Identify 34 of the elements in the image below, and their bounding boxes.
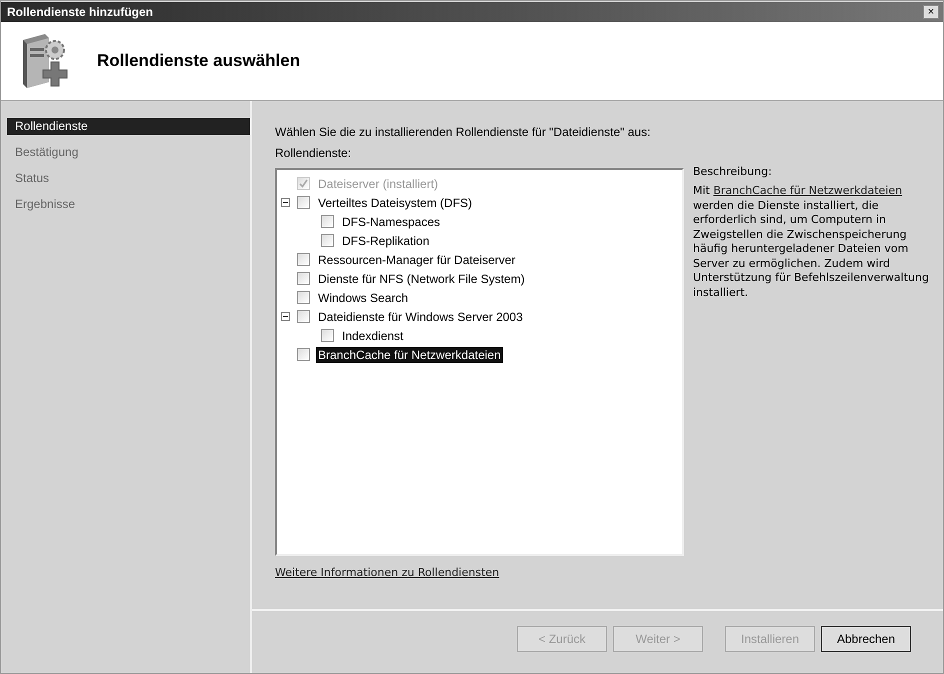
tree-item[interactable]: Indexdienst [340,328,406,344]
checkbox[interactable] [297,348,310,361]
tree-item[interactable]: BranchCache für Netzwerkdateien [316,346,503,362]
window-title: Rollendienste hinzufügen [7,5,153,19]
tree-item[interactable]: Dateidienste für Windows Server 2003 [316,308,525,324]
sidebar-item[interactable]: Rollendienste [7,118,250,135]
sidebar-item[interactable]: Bestätigung [7,144,250,161]
tree-item[interactable]: Windows Search [316,290,410,306]
sidebar-item[interactable]: Status [7,170,250,187]
checkbox[interactable] [297,291,310,304]
tree-item[interactable]: Dienste für NFS (Network File System) [316,270,527,286]
description-link[interactable]: BranchCache für Netzwerkdateien [713,184,902,197]
checkbox[interactable] [321,215,334,228]
checkbox[interactable] [297,196,310,209]
more-info-link[interactable]: Weitere Informationen zu Rollendiensten [275,566,500,579]
close-button[interactable]: × [923,5,939,19]
checkbox[interactable] [297,310,310,323]
collapse-icon[interactable] [281,198,290,207]
checkbox[interactable] [297,253,310,266]
tree-item[interactable]: DFS-Replikation [340,232,432,248]
wizard-button[interactable]: Abbrechen [821,626,911,652]
tree-label: Rollendienste: [275,146,352,160]
tree-item[interactable]: Ressourcen-Manager für Dateiserver [316,252,518,268]
checkbox[interactable] [297,272,310,285]
checkbox[interactable] [321,329,334,342]
checkbox[interactable] [321,234,334,247]
sidebar-item[interactable]: Ergebnisse [7,196,250,213]
description-text: Mit BranchCache für Netzwerkdateien werden die Dienste installiert, die erforderlich sind, um Computern in Zweigstellen die Zwischenspeicherung häufig heruntergeladener Dateien vom Server zu ermöglichen. Zudem wird Unterstützung für Befehlszeilenverwaltung installiert. [693,184,930,300]
page-heading: Rollendienste auswählen [97,51,300,71]
description-heading: Beschreibung: [693,165,773,178]
tree-item[interactable]: DFS-Namespaces [340,214,442,230]
collapse-icon[interactable] [281,312,290,321]
tree-item[interactable]: Verteiltes Dateisystem (DFS) [316,194,474,210]
instruction-text: Wählen Sie die zu installierenden Rollendienste für "Dateidienste" aus: [275,125,652,139]
